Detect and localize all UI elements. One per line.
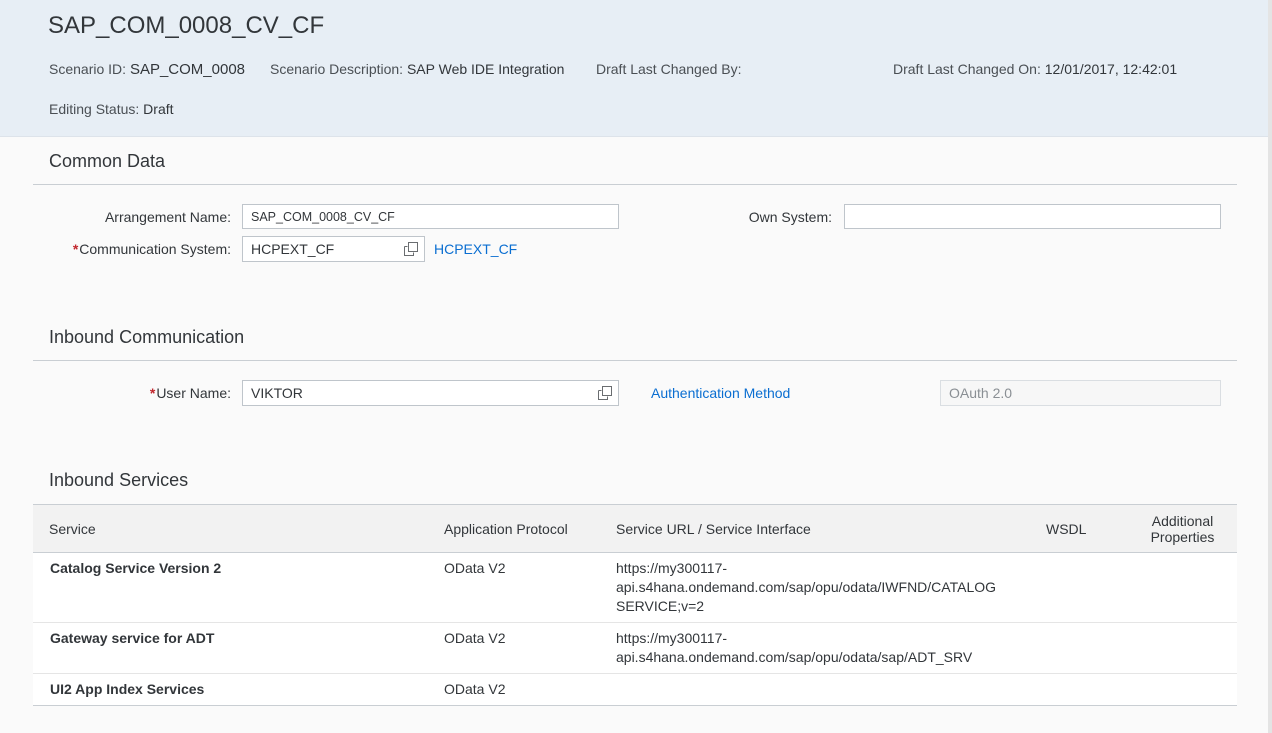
scenario-id-label: Scenario ID:	[49, 61, 127, 77]
service-url: https://my300117- api.s4hana.ondemand.co…	[600, 622, 1030, 674]
authentication-method-value: OAuth 2.0	[949, 385, 1013, 401]
own-system-label: Own System:	[748, 209, 832, 225]
vertical-scrollbar[interactable]	[1268, 0, 1272, 733]
draft-last-changed-by: Draft Last Changed By:	[596, 61, 742, 77]
service-name: UI2 App Index Services	[33, 673, 428, 706]
service-protocol: OData V2	[428, 622, 600, 674]
service-additional-properties	[1128, 552, 1237, 623]
service-url-line: api.s4hana.ondemand.com/sap/opu/odata/sa…	[616, 649, 973, 665]
column-header-url[interactable]: Service URL / Service Interface	[600, 504, 1030, 553]
service-wsdl	[1030, 552, 1128, 623]
service-url-line: https://my300117-	[616, 630, 728, 646]
required-marker: *	[72, 241, 79, 257]
draft-last-changed-on-value: 12/01/2017, 12:42:01	[1044, 61, 1178, 77]
user-name-label-text: User Name:	[156, 385, 231, 401]
editing-status-label: Editing Status:	[49, 101, 140, 117]
service-wsdl	[1030, 622, 1128, 674]
value-help-icon[interactable]	[598, 386, 612, 400]
scenario-id-value: SAP_COM_0008	[129, 61, 246, 78]
scenario-description-value: SAP Web IDE Integration	[406, 61, 565, 77]
draft-last-changed-on: Draft Last Changed On: 12/01/2017, 12:42…	[893, 61, 1177, 77]
scenario-description-label: Scenario Description:	[270, 61, 404, 77]
table-row[interactable]: Catalog Service Version 2 OData V2 https…	[33, 552, 1237, 623]
table-row[interactable]: UI2 App Index Services OData V2	[33, 673, 1237, 706]
inbound-services-table: Service Application Protocol Service URL…	[33, 504, 1237, 706]
section-title-inbound-communication: Inbound Communication	[49, 327, 245, 347]
service-name: Gateway service for ADT	[33, 622, 428, 674]
required-marker: *	[149, 385, 156, 401]
column-header-wsdl[interactable]: WSDL	[1030, 504, 1128, 553]
section-divider	[33, 184, 1237, 185]
section-divider	[33, 360, 1237, 361]
arrangement-name-label: Arrangement Name:	[104, 209, 231, 225]
column-header-additional-properties[interactable]: Additional Properties	[1128, 504, 1237, 553]
user-name-value: VIKTOR	[251, 385, 303, 401]
arrangement-name-input[interactable]: SAP_COM_0008_CV_CF	[242, 204, 619, 229]
service-url-line: SERVICE;v=2	[616, 598, 705, 614]
user-name-label: *User Name:	[150, 385, 231, 401]
service-additional-properties	[1128, 622, 1237, 674]
user-name-input[interactable]: VIKTOR	[242, 380, 619, 406]
service-url: https://my300117- api.s4hana.ondemand.co…	[600, 552, 1030, 623]
arrangement-name-value: SAP_COM_0008_CV_CF	[251, 209, 395, 224]
scenario-description: Scenario Description: SAP Web IDE Integr…	[270, 61, 564, 77]
draft-last-changed-by-label: Draft Last Changed By:	[596, 61, 742, 77]
value-help-icon[interactable]	[404, 242, 418, 256]
draft-last-changed-on-label: Draft Last Changed On:	[893, 61, 1041, 77]
page-title: SAP_COM_0008_CV_CF	[48, 12, 325, 39]
service-additional-properties	[1128, 673, 1237, 706]
service-protocol: OData V2	[428, 673, 600, 706]
section-title-inbound-services: Inbound Services	[49, 470, 189, 490]
table-header-row: Service Application Protocol Service URL…	[33, 504, 1237, 553]
editing-status-value: Draft	[143, 101, 174, 117]
communication-system-input[interactable]: HCPEXT_CF	[242, 236, 425, 262]
service-protocol: OData V2	[428, 552, 600, 623]
service-url	[600, 673, 1030, 706]
column-header-protocol[interactable]: Application Protocol	[428, 504, 600, 553]
table-row[interactable]: Gateway service for ADT OData V2 https:/…	[33, 622, 1237, 674]
own-system-input[interactable]	[844, 204, 1221, 229]
object-header: SAP_COM_0008_CV_CF Scenario ID: SAP_COM_…	[0, 0, 1272, 137]
service-url-line: https://my300117-	[616, 560, 728, 576]
service-wsdl	[1030, 673, 1128, 706]
additional-properties-line-2: Properties	[1150, 528, 1215, 545]
authentication-method-link[interactable]: Authentication Method	[651, 385, 790, 401]
column-header-service[interactable]: Service	[33, 504, 428, 553]
editing-status: Editing Status: Draft	[49, 101, 174, 117]
communication-system-label-text: Communication System:	[79, 241, 231, 257]
communication-system-label: *Communication System:	[73, 241, 231, 257]
authentication-method-field: OAuth 2.0	[940, 380, 1221, 406]
communication-system-link[interactable]: HCPEXT_CF	[434, 241, 517, 257]
additional-properties-line-1: Additional	[1151, 512, 1214, 529]
service-name: Catalog Service Version 2	[33, 552, 428, 623]
communication-system-value: HCPEXT_CF	[251, 241, 335, 257]
scenario-id: Scenario ID: SAP_COM_0008	[49, 61, 245, 78]
service-url-line: api.s4hana.ondemand.com/sap/opu/odata/IW…	[616, 579, 997, 595]
section-title-common-data: Common Data	[49, 151, 166, 171]
